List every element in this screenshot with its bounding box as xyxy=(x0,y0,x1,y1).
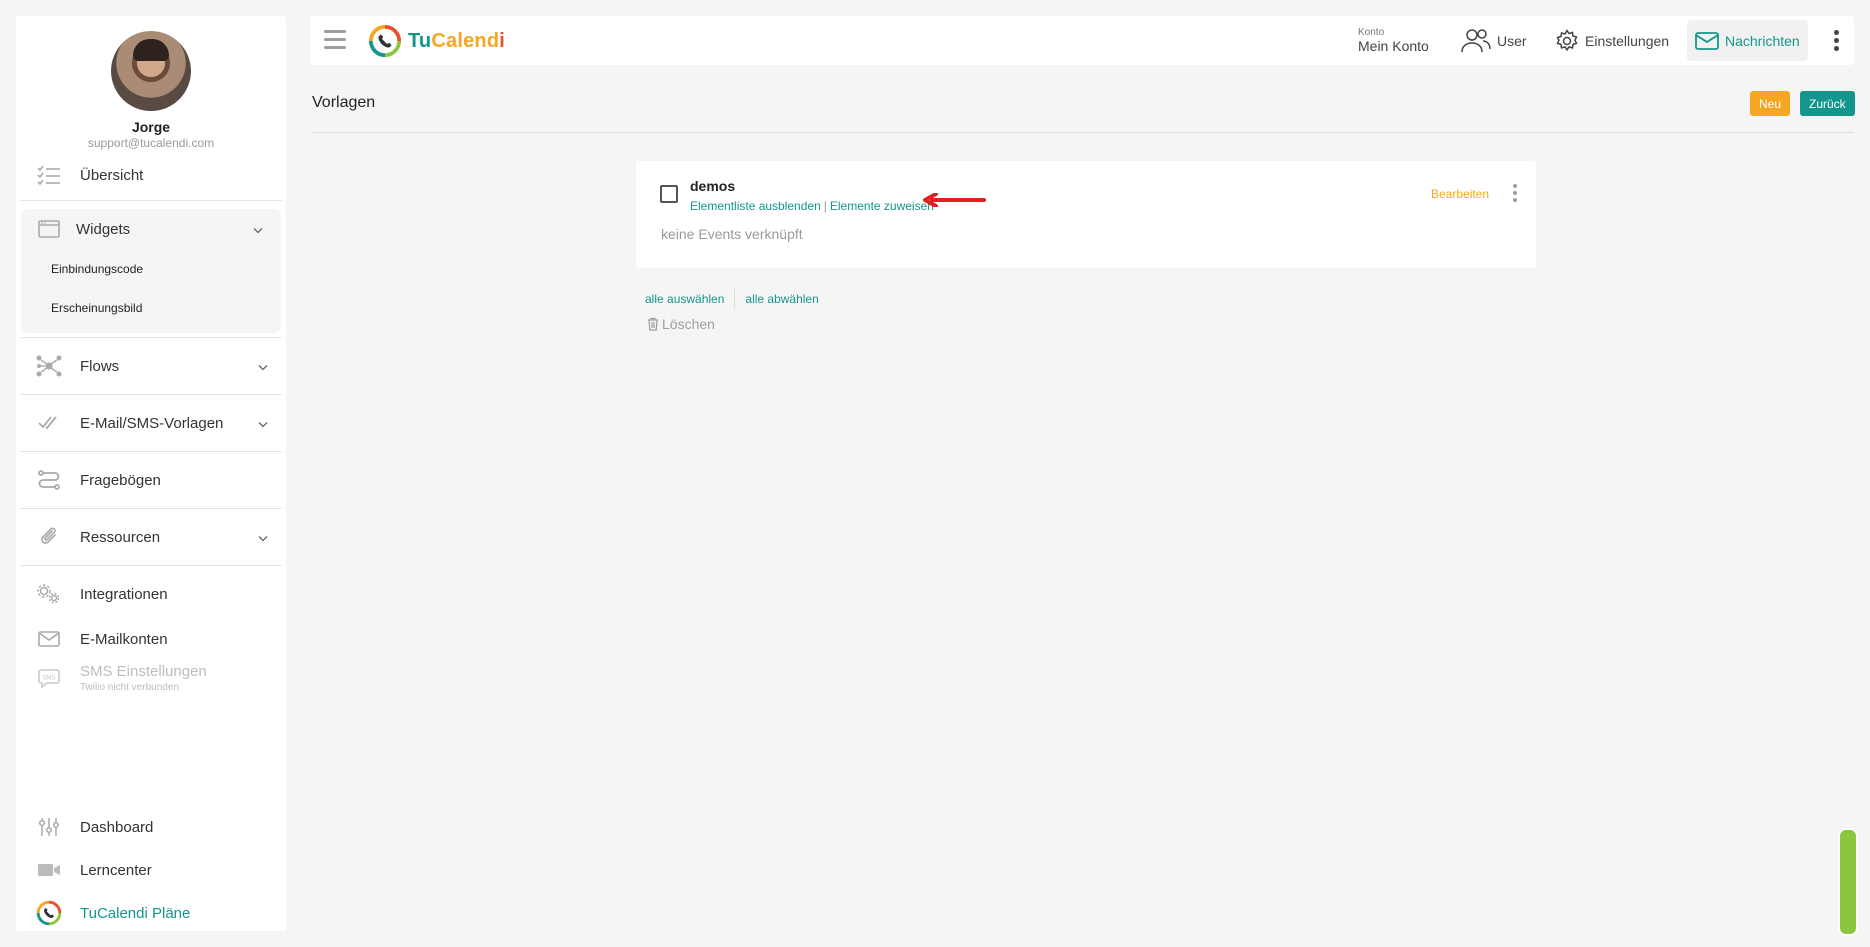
route-icon xyxy=(36,467,62,493)
network-icon xyxy=(36,353,62,379)
settings-label: Einstellungen xyxy=(1585,32,1670,49)
sidebar-item-sms-settings[interactable]: SMS SMS Einstellungen Twilio nicht verbu… xyxy=(16,654,286,702)
sidebar-item-label: E-Mail/SMS-Vorlagen xyxy=(80,414,224,432)
sidebar-subitem-embed-code[interactable]: Einbindungscode xyxy=(21,249,281,288)
template-title: demos xyxy=(690,178,736,194)
sidebar-item-label: Lerncenter xyxy=(80,861,152,879)
sidebar-item-overview[interactable]: Übersicht xyxy=(16,150,286,200)
page-divider xyxy=(312,132,1854,133)
logo-text-i: i xyxy=(499,29,506,52)
sidebar-item-email-accounts[interactable]: E-Mailkonten xyxy=(16,624,286,654)
sidebar-item-resources[interactable]: Ressourcen xyxy=(16,509,286,565)
sidebar-item-text: SMS Einstellungen Twilio nicht verbunden xyxy=(80,663,207,693)
sidebar-item-dashboard[interactable]: Dashboard xyxy=(16,806,286,848)
envelope-icon xyxy=(36,626,62,652)
account-menu[interactable]: Konto Mein Konto xyxy=(1358,27,1429,55)
sidebar-item-label: SMS Einstellungen xyxy=(80,663,207,680)
profile: Jorge support@tucalendi.com xyxy=(16,16,286,150)
sidebar-item-flows[interactable]: Flows xyxy=(16,338,286,394)
sidebar-item-label: TuCalendi Pläne xyxy=(80,904,191,922)
user-button[interactable]: User xyxy=(1461,16,1527,65)
logo-text-calend: Calend xyxy=(431,29,500,52)
sidebar-item-label: Übersicht xyxy=(80,166,144,184)
users-icon xyxy=(1461,28,1491,52)
settings-button[interactable]: Einstellungen xyxy=(1555,16,1669,65)
tucalendi-logo-icon xyxy=(368,24,402,58)
template-links: Elementliste ausblenden | Elemente zuweise… xyxy=(690,199,934,213)
delete-label: Löschen xyxy=(662,316,715,332)
logo-text: TuCalendi xyxy=(408,30,505,53)
edit-link[interactable]: Bearbeiten xyxy=(1431,187,1489,201)
widgets-group: Widgets Einbindungscode Erscheinungsbild xyxy=(21,209,281,333)
side-panel-handle[interactable] xyxy=(1840,830,1856,934)
envelope-icon xyxy=(1695,31,1719,50)
sidebar: Jorge support@tucalendi.com Übersicht Wi… xyxy=(16,16,286,931)
new-button[interactable]: Neu xyxy=(1750,91,1791,116)
svg-text:SMS: SMS xyxy=(43,675,56,682)
chevron-down-icon[interactable] xyxy=(253,221,263,238)
sidebar-item-label: Integrationen xyxy=(80,585,168,603)
gears-icon xyxy=(36,581,62,607)
divider xyxy=(734,289,736,309)
paperclip-icon xyxy=(36,524,62,550)
template-card: demos Elementliste ausblenden | Elemente z… xyxy=(636,161,1536,268)
page-title: Vorlagen xyxy=(312,94,376,111)
sms-status-note: Twilio nicht verbunden xyxy=(80,682,179,693)
account-label: Konto xyxy=(1358,27,1385,38)
account-value: Mein Konto xyxy=(1358,38,1429,54)
chevron-down-icon[interactable] xyxy=(258,415,268,432)
sidebar-item-label: E-Mailkonten xyxy=(80,630,168,648)
profile-email: support@tucalendi.com xyxy=(87,136,215,150)
sidebar-item-label: Widgets xyxy=(76,220,131,238)
card-more-options-icon[interactable] xyxy=(1513,184,1519,205)
red-arrow-annotation xyxy=(923,193,986,207)
checklist-icon xyxy=(36,162,62,188)
avatar[interactable] xyxy=(111,31,191,111)
gear-icon xyxy=(1556,28,1578,51)
sidebar-item-learn-center[interactable]: Lerncenter xyxy=(16,848,286,892)
sidebar-item-label: Flows xyxy=(80,357,120,375)
select-all-link[interactable]: alle auswählen xyxy=(645,292,724,306)
sidebar-bottom: Dashboard Lerncenter TuCalendi Pläne xyxy=(16,806,286,934)
chevron-down-icon[interactable] xyxy=(258,358,268,375)
double-check-icon xyxy=(36,410,62,436)
sidebar-item-label: Fragebögen xyxy=(80,471,161,489)
hamburger-menu-icon[interactable] xyxy=(324,30,346,50)
messages-label: Nachrichten xyxy=(1725,32,1800,49)
sidebar-item-label: Dashboard xyxy=(80,818,154,836)
sidebar-item-label: Ressourcen xyxy=(80,528,161,546)
trash-icon xyxy=(648,317,658,331)
tucalendi-logo-icon xyxy=(36,900,62,926)
tucalendi-logo[interactable]: TuCalendi xyxy=(368,24,505,58)
sidebar-item-plans[interactable]: TuCalendi Pläne xyxy=(16,892,286,934)
sidebar-item-integrations[interactable]: Integrationen xyxy=(16,566,286,622)
top-bar: TuCalendi Konto Mein Konto User Einstell… xyxy=(310,16,1854,65)
no-events-text: keine Events verknüpft xyxy=(661,226,803,242)
user-label: User xyxy=(1497,32,1527,49)
more-options-icon[interactable] xyxy=(1834,30,1840,54)
sidebar-item-email-sms-templates[interactable]: E-Mail/SMS-Vorlagen xyxy=(16,395,286,451)
sms-icon: SMS xyxy=(36,665,62,691)
sliders-icon xyxy=(36,814,62,840)
sidebar-subitem-appearance[interactable]: Erscheinungsbild xyxy=(21,288,281,327)
video-camera-icon xyxy=(36,857,62,883)
back-button[interactable]: Zurück xyxy=(1800,91,1855,116)
sidebar-item-widgets[interactable]: Widgets xyxy=(21,209,281,249)
window-icon xyxy=(36,216,62,242)
hide-element-list-link[interactable]: Elementliste ausblenden xyxy=(690,199,821,213)
template-checkbox[interactable] xyxy=(660,185,678,203)
sidebar-item-questionnaires[interactable]: Fragebögen xyxy=(16,452,286,508)
chevron-down-icon[interactable] xyxy=(258,529,268,546)
profile-name: Jorge xyxy=(131,119,171,135)
link-separator: | xyxy=(823,199,827,213)
selection-actions: alle auswählen alle abwählen xyxy=(645,289,819,309)
logo-text-tu: Tu xyxy=(408,29,432,52)
deselect-all-link[interactable]: alle abwählen xyxy=(745,292,818,306)
delete-button[interactable]: Löschen xyxy=(647,316,715,332)
assign-elements-link[interactable]: Elemente zuweisen xyxy=(830,199,934,213)
messages-button[interactable]: Nachrichten xyxy=(1687,20,1808,61)
divider xyxy=(20,200,282,201)
